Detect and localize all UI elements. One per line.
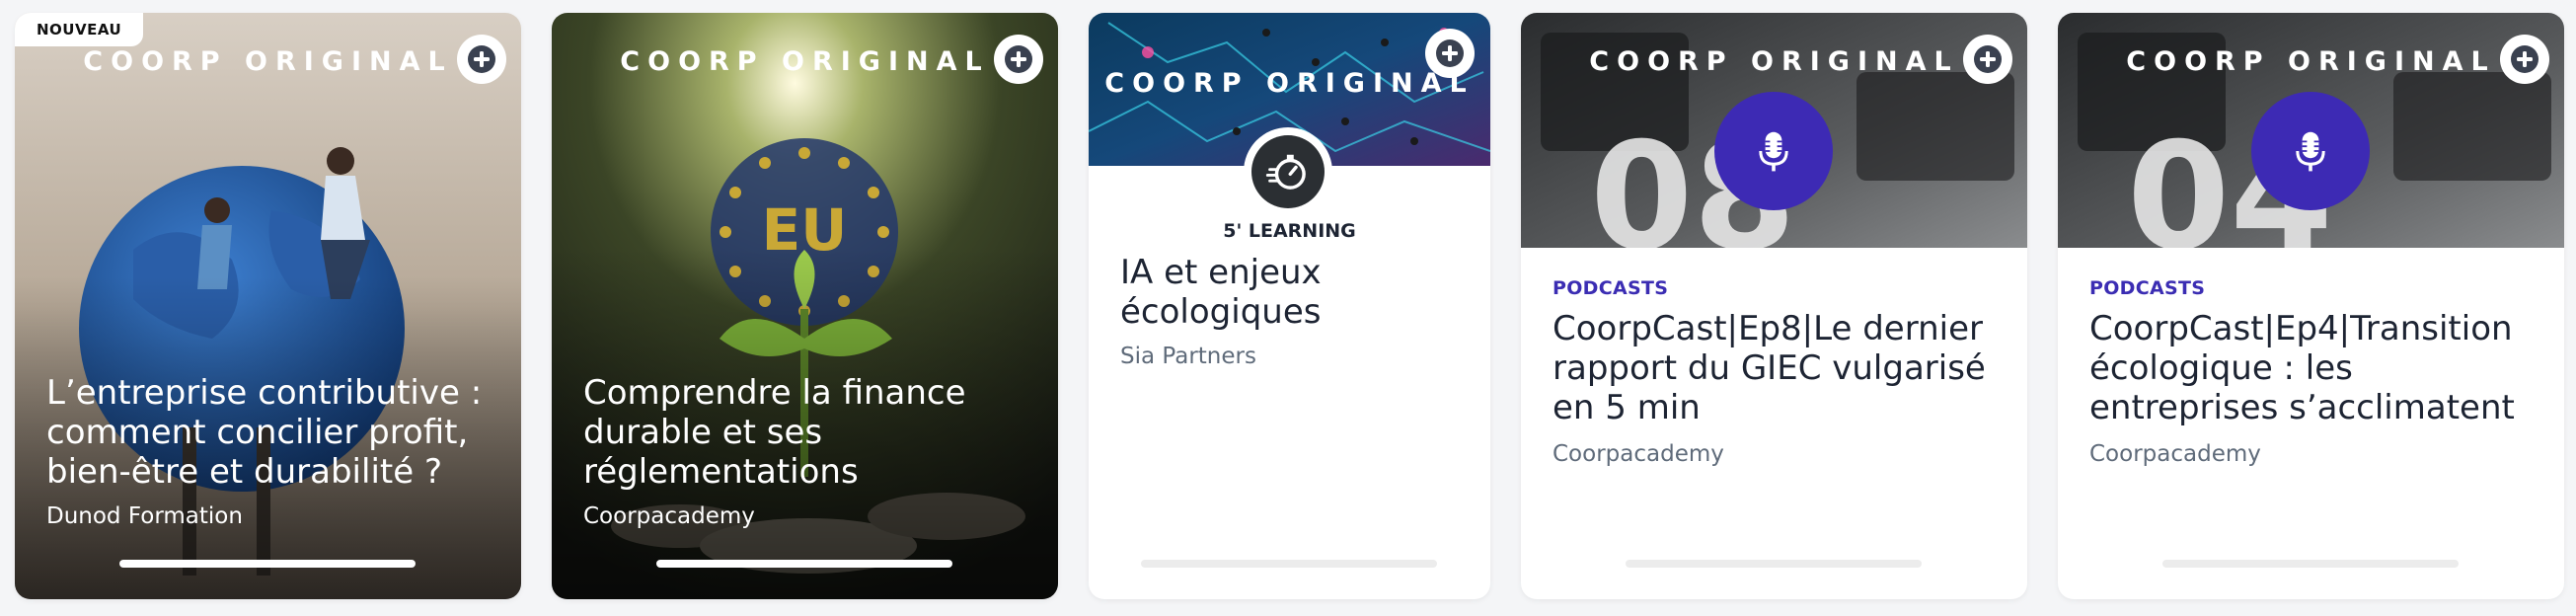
- card-info: L’entreprise contributive : comment conc…: [46, 373, 493, 531]
- course-card-row: NOUVEAU COORP ORIGINAL L’entreprise cont…: [0, 0, 2576, 616]
- card-author: Sia Partners: [1120, 344, 1256, 369]
- stopwatch-icon: [1265, 154, 1306, 190]
- podcast-type-badge: [1714, 92, 1833, 210]
- brand-label: COORP ORIGINAL: [1104, 68, 1475, 99]
- card-author: Coorpacademy: [2089, 441, 2261, 467]
- add-button[interactable]: [994, 35, 1043, 84]
- brand-label: COORP ORIGINAL: [2126, 46, 2496, 77]
- plus-circle-icon: [1974, 45, 2002, 73]
- card-title: CoorpCast|Ep8|Le dernier rapport du GIEC…: [1553, 309, 1986, 427]
- progress-bar: [1141, 560, 1437, 568]
- progress-bar: [119, 560, 416, 568]
- card-info: Comprendre la finance durable et ses rég…: [583, 373, 1030, 531]
- content-type-label: PODCASTS: [1553, 277, 1669, 299]
- course-card[interactable]: 08 COORP ORIGINAL PODCASTS CoorpCast|Ep8…: [1521, 13, 2027, 599]
- plus-circle-icon: [1436, 39, 1464, 67]
- new-badge: NOUVEAU: [15, 13, 144, 46]
- card-info: PODCASTS CoorpCast|Ep4|Transition écolog…: [2089, 277, 2537, 469]
- add-button[interactable]: [1425, 29, 1475, 78]
- card-title: CoorpCast|Ep4|Transition écologique : le…: [2089, 309, 2515, 427]
- plus-circle-icon: [1005, 45, 1032, 73]
- learning-type-label: 5' LEARNING: [1223, 220, 1356, 242]
- brand-label: COORP ORIGINAL: [1589, 46, 1959, 77]
- plus-circle-icon: [468, 45, 495, 73]
- card-author: Coorpacademy: [1553, 441, 1724, 467]
- brand-label: COORP ORIGINAL: [620, 46, 990, 77]
- card-author: Dunod Formation: [46, 503, 243, 529]
- course-card[interactable]: EU COORP ORIGINAL Comprendre la finance …: [552, 13, 1058, 599]
- learning-type-badge: [1244, 127, 1332, 216]
- card-title: L’entreprise contributive : comment conc…: [46, 373, 483, 492]
- card-title: Comprendre la finance durable et ses rég…: [583, 373, 966, 492]
- card-info: PODCASTS CoorpCast|Ep8|Le dernier rappor…: [1553, 277, 2000, 469]
- podcast-type-badge: [2251, 92, 2370, 210]
- content-type-label: PODCASTS: [2089, 277, 2206, 299]
- course-card[interactable]: NOUVEAU COORP ORIGINAL L’entreprise cont…: [15, 13, 521, 599]
- course-card[interactable]: COORP ORIGINAL 5' LEARNING IA et enjeux …: [1089, 13, 1490, 599]
- brand-label: COORP ORIGINAL: [83, 46, 453, 77]
- card-info: IA et enjeux écologiques Sia Partners: [1120, 243, 1463, 371]
- progress-bar: [656, 560, 952, 568]
- microphone-icon: [1759, 131, 1788, 172]
- card-title: IA et enjeux écologiques: [1120, 253, 1322, 332]
- microphone-icon: [2296, 131, 2325, 172]
- add-button[interactable]: [1963, 35, 2012, 84]
- plus-circle-icon: [2511, 45, 2538, 73]
- progress-bar: [1626, 560, 1922, 568]
- add-button[interactable]: [457, 35, 506, 84]
- progress-bar: [2162, 560, 2459, 568]
- add-button[interactable]: [2500, 35, 2549, 84]
- course-card[interactable]: 04 COORP ORIGINAL PODCASTS CoorpCast|Ep4…: [2058, 13, 2564, 599]
- card-author: Coorpacademy: [583, 503, 755, 529]
